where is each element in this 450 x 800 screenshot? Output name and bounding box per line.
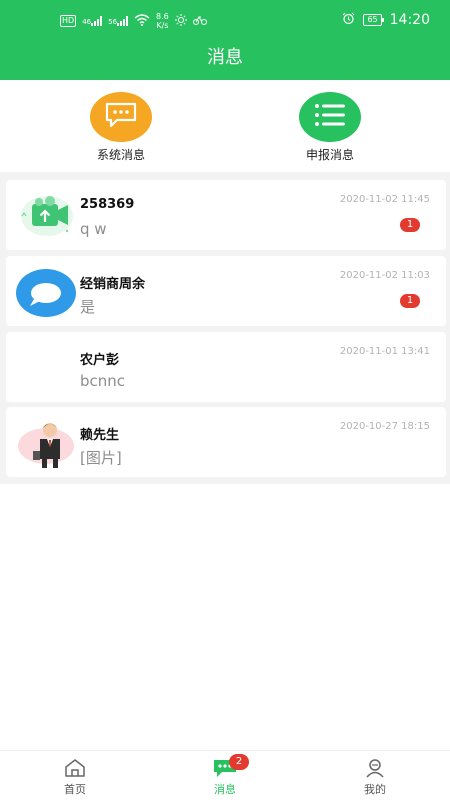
conversation-list: 258369 q w 2020-11-02 11:45 1 经销商周余 是 20…	[0, 172, 450, 484]
signal-2-label: 56	[108, 18, 118, 26]
message-preview: bcnnc	[80, 372, 126, 390]
system-messages-button[interactable]: 系统消息	[71, 92, 171, 163]
contact-name: 经销商周余	[80, 277, 146, 292]
system-messages-icon-circle	[90, 92, 152, 142]
conversation-item[interactable]: 农户彭 bcnnc 2020-11-01 13:41	[6, 332, 446, 402]
message-preview: 是	[80, 298, 96, 316]
businessman-avatar	[16, 417, 78, 469]
nav-messages-badge: 2	[229, 754, 249, 770]
clock-time: 14:20	[389, 12, 430, 28]
message-preview: q w	[80, 220, 107, 238]
signal-icon-1: 46	[82, 16, 103, 26]
status-right: 65 14:20	[342, 12, 430, 28]
alarm-icon	[342, 12, 355, 28]
message-categories: 系统消息 申报消息	[0, 80, 450, 172]
message-time: 2020-11-02 11:03	[339, 270, 430, 281]
unread-badge: 1	[400, 294, 420, 308]
bottom-nav: 首页 2 消息 我的	[0, 750, 450, 800]
signal-1-label: 46	[82, 18, 92, 26]
net-speed-value: 8.6	[156, 12, 169, 21]
blue-chat-bubble-avatar	[16, 266, 78, 318]
signal-icon-2: 56	[108, 16, 129, 26]
list-icon	[314, 103, 346, 131]
status-left: HD 46 56 8.6 K/s	[60, 12, 207, 30]
contact-name: 农户彭	[80, 353, 120, 368]
conversation-item[interactable]: 赖先生 [图片] 2020-10-27 18:15	[6, 407, 446, 477]
report-messages-label: 申报消息	[305, 148, 354, 162]
nav-mine-label: 我的	[364, 783, 386, 796]
net-speed: 8.6 K/s	[156, 12, 169, 30]
bike-icon	[192, 14, 207, 29]
system-messages-label: 系统消息	[96, 148, 145, 162]
message-preview: [图片]	[80, 449, 122, 467]
home-icon	[45, 757, 105, 779]
net-speed-unit: K/s	[156, 21, 169, 30]
report-messages-icon-circle	[299, 92, 361, 142]
wifi-icon	[134, 13, 150, 29]
message-time: 2020-10-27 18:15	[339, 421, 430, 432]
message-time: 2020-11-01 13:41	[339, 346, 430, 357]
status-bar: HD 46 56 8.6 K/s 65 14:20	[0, 0, 450, 40]
report-messages-button[interactable]: 申报消息	[280, 92, 380, 163]
title-bar: 消息	[0, 40, 450, 80]
brightness-icon	[174, 13, 187, 29]
blank-avatar	[16, 342, 78, 394]
conversation-item[interactable]: 258369 q w 2020-11-02 11:45 1	[6, 180, 446, 250]
battery-icon: 65	[363, 14, 384, 26]
contact-name: 赖先生	[80, 428, 120, 443]
nav-messages[interactable]: 2 消息	[195, 754, 255, 797]
chat-dots-icon	[104, 101, 138, 133]
page-title: 消息	[207, 47, 243, 68]
conversation-item[interactable]: 经销商周余 是 2020-11-02 11:03 1	[6, 256, 446, 326]
contact-name: 258369	[80, 197, 135, 212]
upload-box-avatar	[16, 190, 78, 242]
nav-mine[interactable]: 我的	[345, 757, 405, 797]
hd-icon: HD	[60, 15, 77, 27]
nav-home[interactable]: 首页	[45, 757, 105, 797]
nav-messages-label: 消息	[214, 783, 236, 796]
message-time: 2020-11-02 11:45	[339, 194, 430, 205]
user-icon	[345, 757, 405, 779]
nav-home-label: 首页	[64, 783, 86, 796]
unread-badge: 1	[400, 218, 420, 232]
